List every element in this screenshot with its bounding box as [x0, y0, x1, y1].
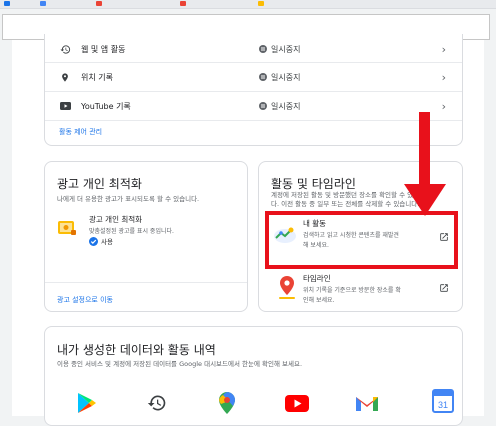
ads-personalization-item[interactable]: 광고 개인 최적화 맞춤설정된 광고를 표시 중입니다. 사용: [57, 214, 237, 254]
manage-activity-controls-link[interactable]: 활동 제어 관리: [59, 127, 102, 137]
activity-row-location[interactable]: 위치 기록 일시중지 ›: [45, 64, 462, 90]
chevron-right-icon: ›: [441, 42, 446, 56]
timeline-icon: [277, 275, 297, 301]
paused-icon: [259, 45, 267, 53]
bookmark-icon[interactable]: [40, 1, 46, 6]
item-description: 인해 보세요.: [303, 297, 335, 304]
bookmark-icon[interactable]: [258, 1, 264, 6]
item-status: 사용: [89, 236, 113, 246]
gmail-icon[interactable]: [355, 391, 379, 415]
youtube-icon: [59, 100, 71, 112]
browser-bookmark-strip: [0, 0, 496, 9]
bookmark-icon[interactable]: [4, 1, 10, 6]
card-title: 활동 및 타임라인: [271, 177, 356, 191]
card-title: 광고 개인 최적화: [57, 177, 142, 191]
status: 일시중지: [259, 44, 300, 55]
your-data-card: 내가 생성한 데이터와 활동 내역 이용 중인 서비스 및 계정에 저장된 데이…: [44, 326, 463, 426]
card-title: 내가 생성한 데이터와 활동 내역: [57, 343, 216, 357]
divider: [45, 62, 462, 63]
item-description: 위치 기록을 기준으로 방문한 장소를 확: [303, 287, 401, 294]
page-content: 웹 및 앱 활동 일시중지 › 위치 기록 일시중지 › YouTube 기록 …: [12, 34, 484, 426]
paused-icon: [259, 102, 267, 110]
play-store-icon[interactable]: [75, 391, 99, 415]
status-text: 일시중지: [271, 101, 301, 111]
status-text: 사용: [101, 238, 113, 246]
item-title: 광고 개인 최적화: [89, 215, 143, 224]
divider: [45, 91, 462, 92]
item-description: 맞춤설정된 광고를 표시 중입니다.: [89, 228, 174, 235]
annotation-arrow-down-icon: [404, 112, 446, 216]
timeline-item[interactable]: 타임라인 위치 기록을 기준으로 방문한 장소를 확 인해 보세요.: [273, 273, 453, 309]
location-pin-icon: [59, 71, 71, 83]
activity-row-web-app[interactable]: 웹 및 앱 활동 일시중지 ›: [45, 36, 462, 62]
divider: [45, 282, 247, 283]
status-text: 일시중지: [271, 72, 301, 82]
chevron-right-icon: ›: [441, 99, 446, 113]
card-description: 이용 중인 서비스 및 계정에 저장된 데이터를 Google 대시보드에서 한…: [57, 360, 303, 368]
open-in-new-icon[interactable]: [439, 278, 449, 297]
paused-icon: [259, 73, 267, 81]
chevron-right-icon: ›: [441, 70, 446, 84]
bookmark-icon[interactable]: [96, 1, 102, 6]
status-text: 일시중지: [271, 44, 301, 54]
history-icon: [59, 43, 71, 55]
calendar-date-text: 31: [438, 400, 448, 410]
calendar-icon[interactable]: 31: [431, 389, 455, 413]
activity-row-label: 웹 및 앱 활동: [81, 44, 126, 54]
ads-settings-link[interactable]: 광고 설정으로 이동: [57, 295, 113, 305]
item-title: 타임라인: [303, 274, 331, 283]
card-description: 나에게 더 유용한 광고가 표시되도록 할 수 있습니다.: [57, 195, 200, 203]
activity-row-label: 위치 기록: [81, 72, 113, 82]
history-icon[interactable]: [145, 391, 169, 415]
status: 일시중지: [259, 72, 300, 83]
ads-personalization-icon: [57, 220, 77, 236]
youtube-icon[interactable]: [285, 391, 309, 415]
activity-row-label: YouTube 기록: [81, 101, 131, 111]
maps-icon[interactable]: [215, 391, 239, 415]
ads-personalization-card: 광고 개인 최적화 나에게 더 유용한 광고가 표시되도록 할 수 있습니다. …: [44, 161, 248, 312]
bookmark-icon[interactable]: [180, 1, 186, 6]
check-circle-icon: [89, 236, 98, 246]
status: 일시중지: [259, 101, 300, 112]
